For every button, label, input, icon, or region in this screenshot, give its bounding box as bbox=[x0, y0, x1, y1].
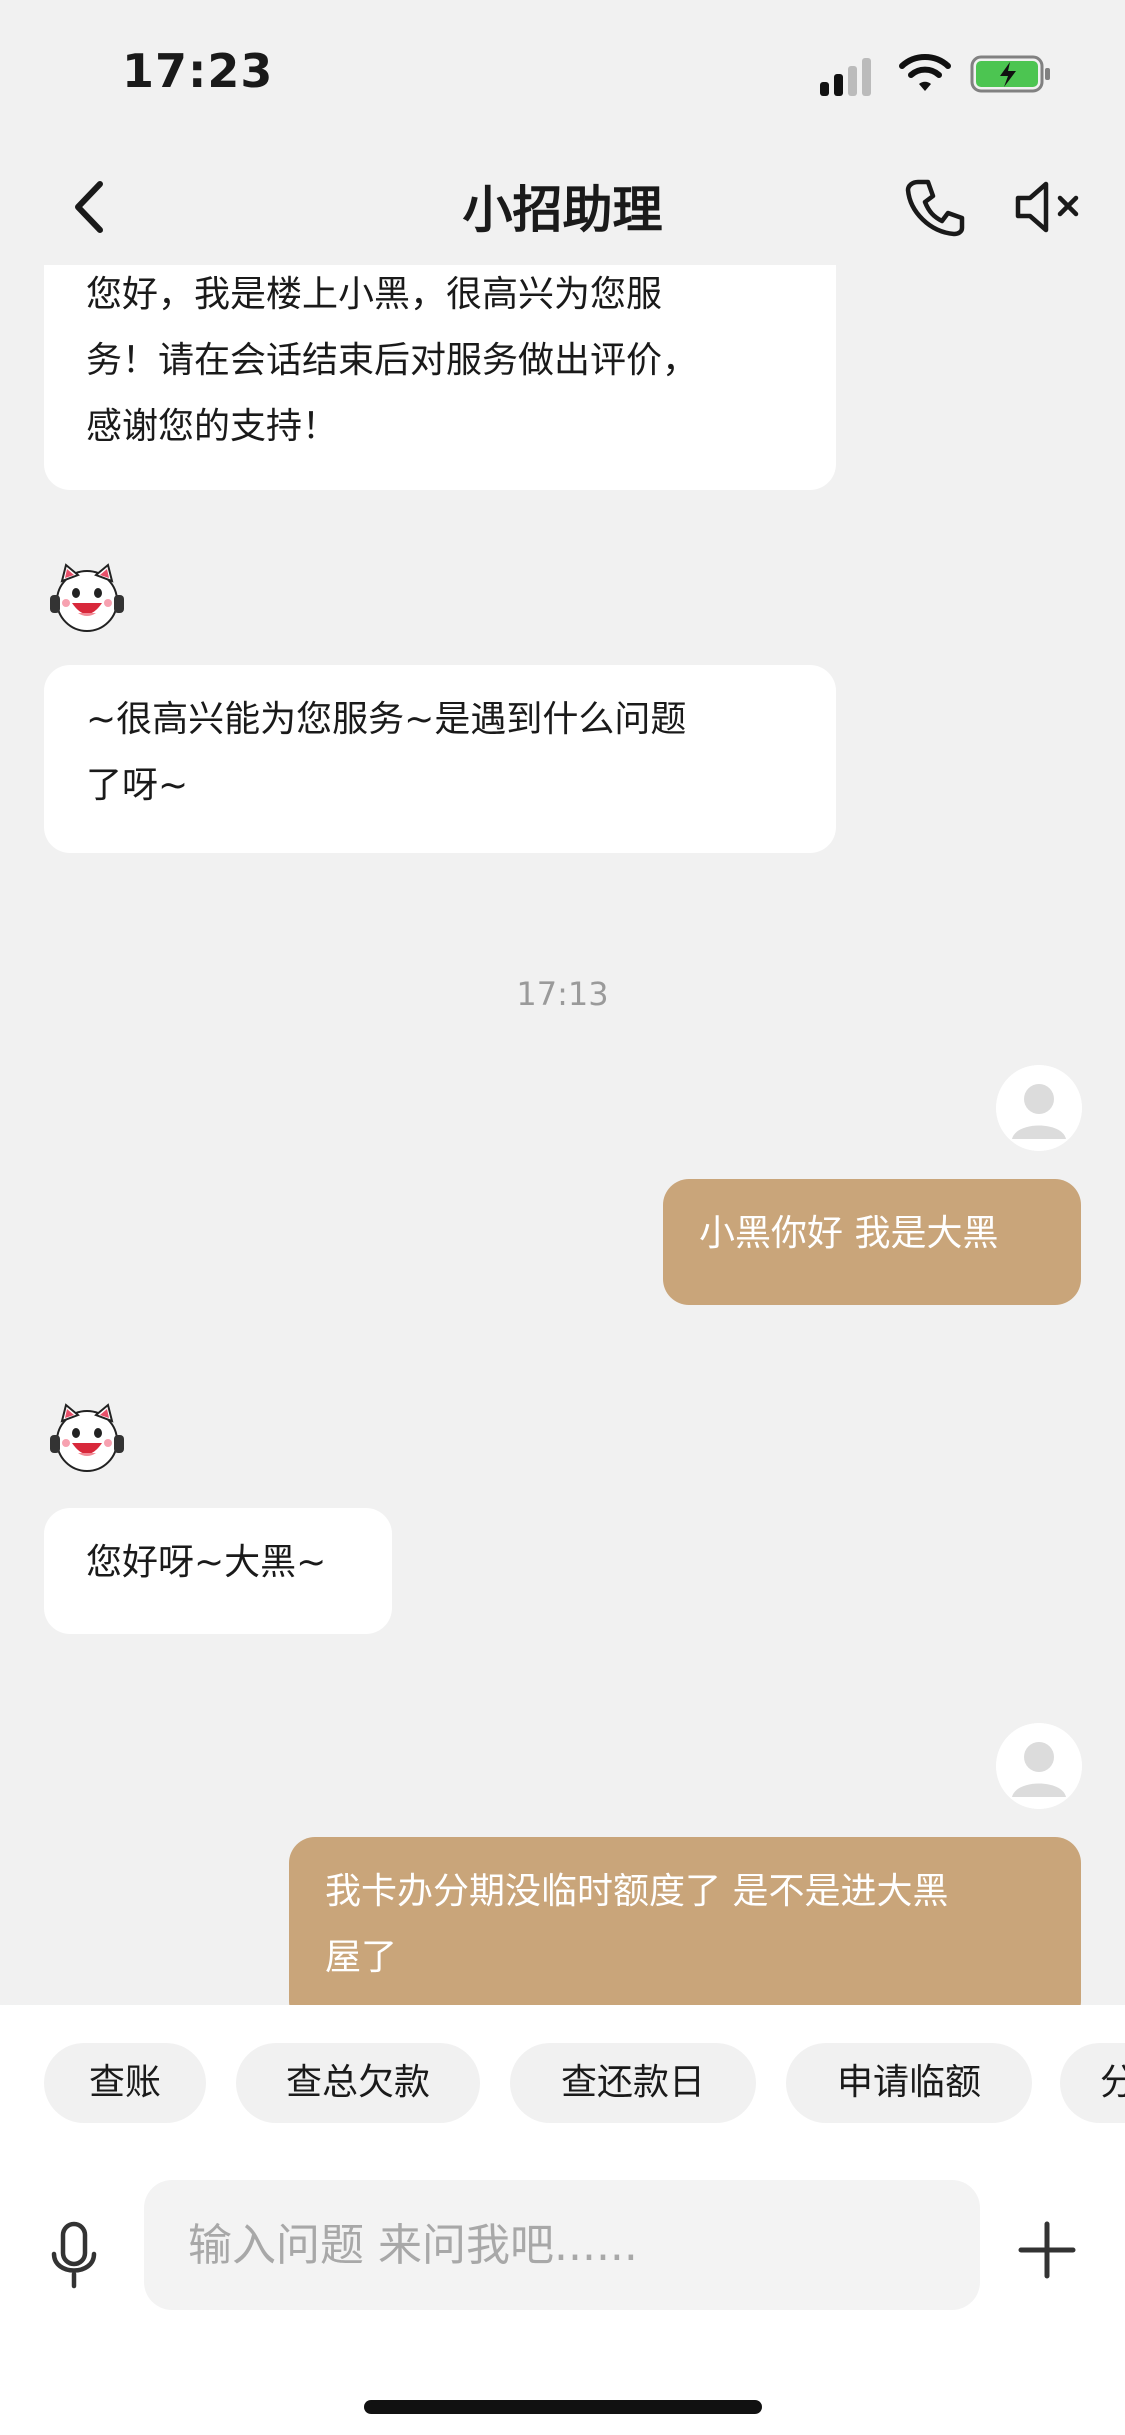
quick-reply-chip[interactable]: 分 bbox=[1060, 2043, 1125, 2123]
user-avatar-icon[interactable] bbox=[996, 1723, 1082, 1809]
status-time: 17:23 bbox=[122, 44, 274, 98]
plus-icon[interactable] bbox=[1015, 2218, 1079, 2282]
quick-reply-chip[interactable]: 查还款日 bbox=[510, 2043, 756, 2123]
input-bar bbox=[0, 2160, 1125, 2435]
wifi-icon bbox=[899, 54, 951, 91]
quick-reply-bar: 查账 查总欠款 查还款日 申请临额 分 bbox=[0, 2005, 1125, 2160]
bot-message: ~很高兴能为您服务~是遇到什么问题 了呀~ bbox=[44, 665, 836, 853]
bot-avatar-icon[interactable] bbox=[44, 1395, 130, 1481]
signal-icon bbox=[820, 56, 880, 96]
home-indicator[interactable] bbox=[364, 2400, 762, 2414]
quick-reply-chip[interactable]: 申请临额 bbox=[786, 2043, 1032, 2123]
user-message: 我卡办分期没临时额度了 是不是进大黑 屋了 bbox=[289, 1837, 1081, 2005]
battery-charging-icon bbox=[970, 55, 1050, 93]
user-avatar-icon[interactable] bbox=[996, 1065, 1082, 1151]
question-input[interactable] bbox=[144, 2180, 980, 2310]
user-message: 小黑你好 我是大黑 bbox=[663, 1179, 1081, 1305]
quick-reply-chip-label: 分 bbox=[1100, 2062, 1125, 2103]
nav-bar: 小招助理 bbox=[0, 150, 1125, 265]
status-bar: 17:23 bbox=[0, 0, 1125, 150]
speaker-mute-icon[interactable] bbox=[1008, 172, 1088, 242]
bot-avatar-icon[interactable] bbox=[44, 555, 130, 641]
bot-message: 您好呀~大黑~ bbox=[44, 1508, 392, 1634]
phone-icon[interactable] bbox=[900, 172, 970, 242]
microphone-icon[interactable] bbox=[44, 2216, 104, 2296]
chat-area[interactable]: 您好，我是楼上小黑，很高兴为您服 务！请在会话结束后对服务做出评价， 感谢您的支… bbox=[0, 265, 1125, 2005]
message-timestamp: 17:13 bbox=[516, 975, 609, 1013]
quick-reply-chip[interactable]: 查总欠款 bbox=[236, 2043, 480, 2123]
quick-reply-chip[interactable]: 查账 bbox=[44, 2043, 206, 2123]
bot-message: 您好，我是楼上小黑，很高兴为您服 务！请在会话结束后对服务做出评价， 感谢您的支… bbox=[44, 265, 836, 490]
